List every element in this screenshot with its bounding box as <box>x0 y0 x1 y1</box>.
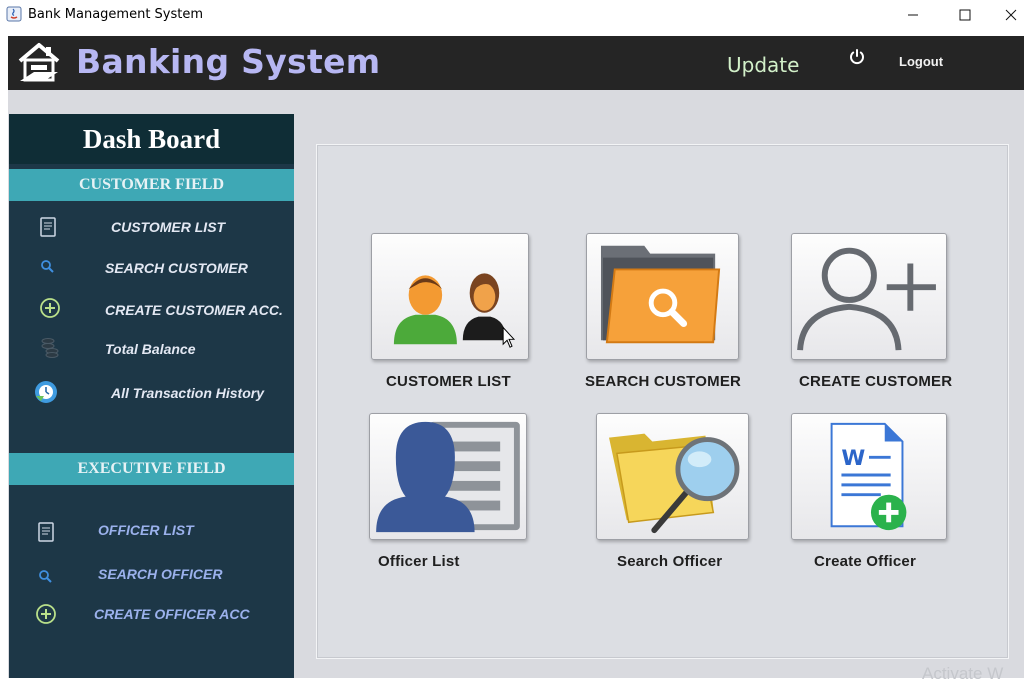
search-icon <box>39 570 52 583</box>
sidebar-item-label: SEARCH OFFICER <box>98 566 223 582</box>
officer-list-label: Officer List <box>378 553 460 570</box>
dashboard-title-text: Dash Board <box>82 123 221 154</box>
coins-icon <box>41 338 59 358</box>
folder-search-icon <box>600 245 721 344</box>
sidebar-item-label: All Transaction History <box>111 385 265 401</box>
maximize-button[interactable] <box>942 0 988 30</box>
logout-button[interactable]: Logout <box>899 54 943 69</box>
create-officer-label: Create Officer <box>814 553 917 570</box>
activation-watermark: Activate W <box>922 664 1004 683</box>
create-customer-label: CREATE CUSTOMER <box>799 373 953 390</box>
sidebar-item-create-officer-acc[interactable]: CREATE OFFICER ACC <box>9 603 294 629</box>
app-window: Banking System Update Logout Dash Board … <box>8 36 1024 678</box>
maximize-icon <box>959 9 971 21</box>
create-customer-tile[interactable] <box>791 233 947 360</box>
add-user-icon <box>797 247 936 351</box>
sidebar-item-create-customer-acc[interactable]: CREATE CUSTOMER ACC. <box>9 297 294 323</box>
sidebar-item-label: CUSTOMER LIST <box>111 219 226 235</box>
sidebar-item-customer-list[interactable]: CUSTOMER LIST <box>9 214 294 240</box>
customer-field-header: CUSTOMER FIELD <box>9 169 294 201</box>
history-icon <box>35 381 57 403</box>
window-title: Bank Management System <box>28 7 204 22</box>
sidebar-item-search-officer[interactable]: SEARCH OFFICER <box>9 564 294 590</box>
app-header: Banking System Update Logout <box>8 36 1024 90</box>
close-button[interactable] <box>988 0 1024 30</box>
sidebar-item-label: CREATE CUSTOMER ACC. <box>105 302 283 318</box>
sidebar-item-all-transaction-history[interactable]: All Transaction History <box>9 379 294 405</box>
document-icon <box>38 522 54 542</box>
svg-text:W: W <box>841 446 865 471</box>
close-icon <box>1005 9 1017 21</box>
power-icon[interactable] <box>848 48 866 66</box>
minimize-icon <box>908 14 918 16</box>
search-officer-tile[interactable] <box>596 413 749 540</box>
create-officer-tile[interactable]: W <box>791 413 947 540</box>
window-titlebar: Bank Management System <box>0 0 1024 30</box>
app-brand-title: Banking System <box>76 42 381 81</box>
customer-list-label: CUSTOMER LIST <box>386 373 511 390</box>
customers-icon <box>393 273 516 348</box>
search-officer-label: Search Officer <box>617 553 723 570</box>
executive-field-header: EXECUTIVE FIELD <box>9 453 294 485</box>
update-button[interactable]: Update <box>727 53 799 77</box>
officer-list-icon <box>376 421 520 533</box>
search-icon <box>41 260 54 273</box>
customer-field-label: CUSTOMER FIELD <box>78 176 225 193</box>
sidebar-item-officer-list[interactable]: OFFICER LIST <box>9 519 294 545</box>
plus-circle-icon <box>40 298 60 318</box>
new-document-icon: W <box>830 422 907 531</box>
sidebar: Dash Board CUSTOMER FIELD CUSTOMER LIST … <box>9 114 294 678</box>
folder-magnifier-icon <box>609 433 740 534</box>
search-customer-label: SEARCH CUSTOMER <box>585 373 742 390</box>
customer-list-tile[interactable] <box>371 233 529 360</box>
minimize-button[interactable] <box>890 0 936 30</box>
sidebar-item-search-customer[interactable]: SEARCH CUSTOMER <box>9 256 294 282</box>
java-app-icon <box>6 6 22 22</box>
dashboard-panel: CUSTOMER LIST SEARCH CUSTOMER CREATE CUS… <box>316 144 1009 659</box>
sidebar-item-label: SEARCH CUSTOMER <box>105 260 248 276</box>
sidebar-item-label: CREATE OFFICER ACC <box>94 606 250 622</box>
sidebar-item-label: Total Balance <box>105 341 196 357</box>
sidebar-item-total-balance[interactable]: Total Balance <box>9 336 294 362</box>
plus-circle-icon <box>36 604 56 624</box>
dashboard-title: Dash Board <box>9 114 294 164</box>
executive-field-label: EXECUTIVE FIELD <box>77 460 226 477</box>
document-icon <box>40 217 56 237</box>
sidebar-item-label: OFFICER LIST <box>98 522 194 538</box>
search-customer-tile[interactable] <box>586 233 739 360</box>
bank-home-logo-icon <box>18 43 60 82</box>
officer-list-tile[interactable] <box>369 413 527 540</box>
